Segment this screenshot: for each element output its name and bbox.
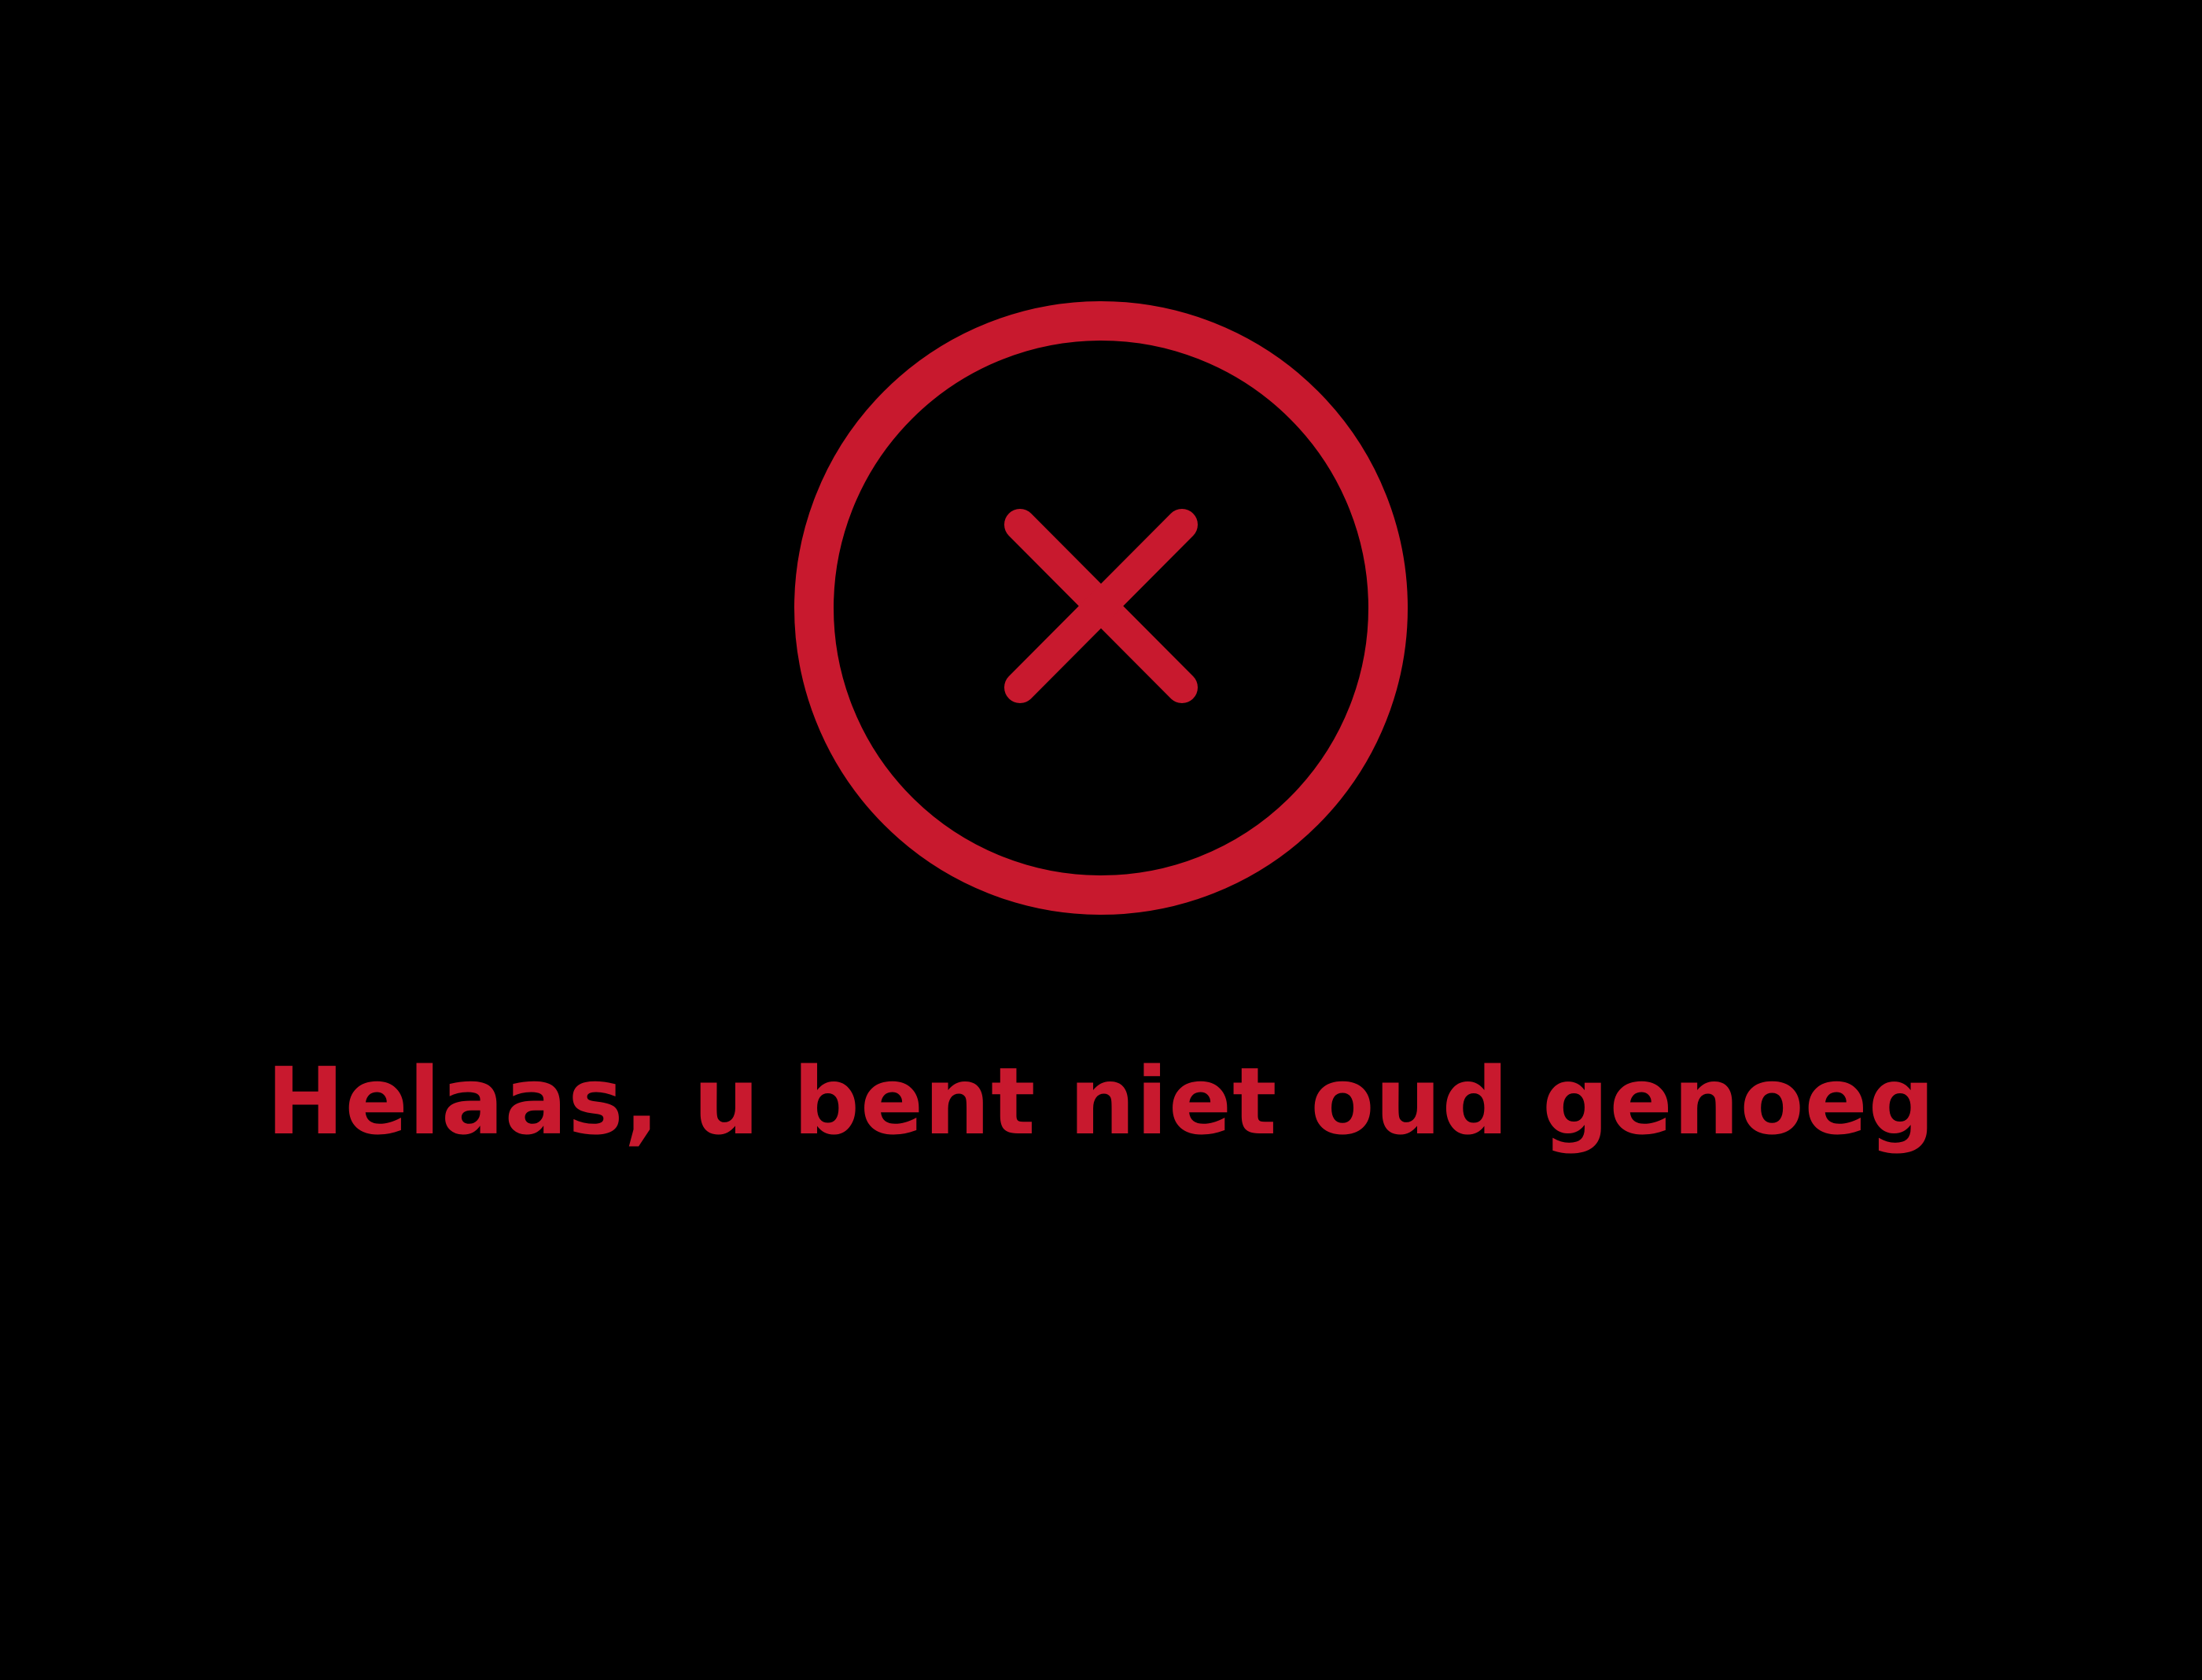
error-message: Helaas, u bent niet oud genoeg: [266, 1047, 1936, 1155]
close-circle-icon: [794, 301, 1408, 915]
age-restriction-screen: Helaas, u bent niet oud genoeg: [0, 0, 2202, 1680]
